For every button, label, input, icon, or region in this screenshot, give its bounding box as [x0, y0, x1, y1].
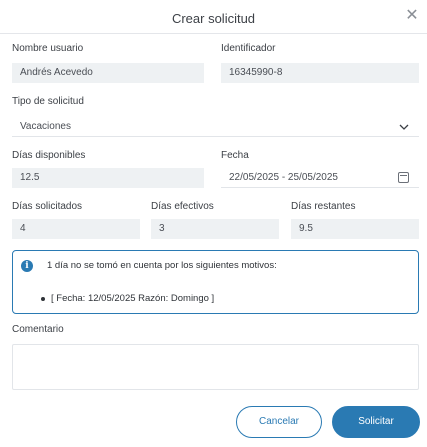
user-name-label: Nombre usuario — [12, 43, 84, 54]
date-label: Fecha — [221, 150, 249, 161]
submit-button[interactable]: Solicitar — [332, 406, 420, 438]
chevron-down-icon[interactable] — [398, 117, 410, 139]
dialog-title: Crear solicitud — [171, 11, 256, 26]
remaining-days-field: 9.5 — [291, 219, 419, 239]
identifier-label: Identificador — [221, 43, 276, 54]
info-message: 1 día no se tomó en cuenta por los sigui… — [47, 260, 277, 271]
comment-textarea[interactable] — [12, 344, 419, 390]
date-range-value: 22/05/2025 - 25/05/2025 — [229, 172, 338, 183]
request-type-value: Vacaciones — [20, 121, 71, 132]
request-type-select[interactable]: Vacaciones — [12, 117, 419, 137]
identifier-field: 16345990-8 — [221, 63, 419, 83]
info-alert: i 1 día no se tomó en cuenta por los sig… — [12, 250, 419, 314]
bullet-dot — [41, 297, 45, 301]
remaining-days-label: Días restantes — [291, 201, 356, 212]
requested-days-label: Días solicitados — [12, 201, 83, 212]
close-icon[interactable]: ✕ — [404, 8, 420, 24]
date-range-input[interactable]: 22/05/2025 - 25/05/2025 — [221, 168, 419, 188]
cancel-button[interactable]: Cancelar — [236, 406, 322, 438]
comment-label: Comentario — [12, 324, 64, 335]
requested-days-field: 4 — [12, 219, 140, 239]
user-name-field: Andrés Acevedo — [12, 63, 204, 83]
request-type-label: Tipo de solicitud — [12, 96, 84, 107]
info-reason-item: [ Fecha: 12/05/2025 Razón: Domingo ] — [51, 293, 215, 304]
header-divider — [0, 33, 427, 34]
calendar-icon[interactable] — [398, 172, 409, 183]
available-days-label: Días disponibles — [12, 150, 86, 161]
available-days-field: 12.5 — [12, 168, 204, 188]
effective-days-field: 3 — [151, 219, 279, 239]
effective-days-label: Días efectivos — [151, 201, 214, 212]
info-icon: i — [21, 260, 33, 272]
